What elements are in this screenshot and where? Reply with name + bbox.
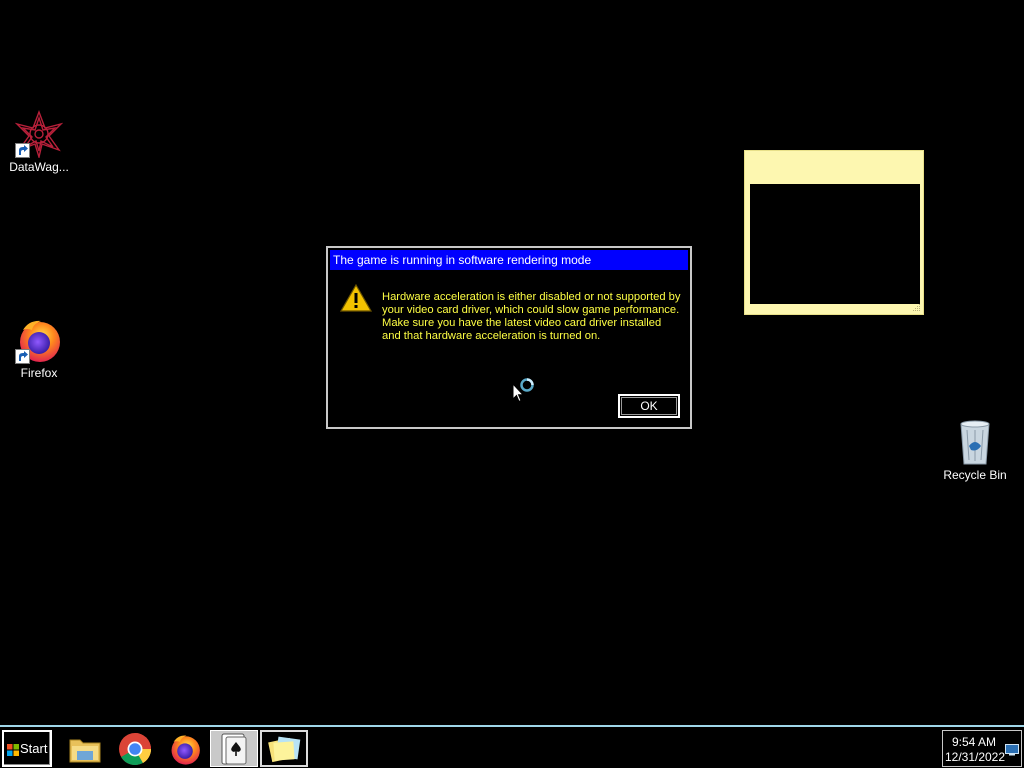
taskbar-firefox[interactable] — [161, 730, 209, 767]
shortcut-arrow-icon — [15, 349, 30, 364]
shortcut-arrow-icon — [15, 143, 30, 158]
desktop: DataWag... Firefox Recycle Bin The game … — [0, 0, 1024, 725]
system-clock[interactable]: 9:54 AM 12/31/2022 — [942, 730, 1022, 767]
desktop-icon-label: DataWag... — [9, 160, 69, 174]
recycle-bin-icon — [951, 418, 999, 466]
clock-time: 9:54 AM — [951, 735, 997, 749]
taskbar-sticky-notes[interactable] — [260, 730, 308, 767]
firefox-icon — [171, 734, 200, 765]
sticky-note[interactable] — [744, 150, 924, 315]
dialog-title[interactable]: The game is running in software renderin… — [330, 250, 688, 270]
desktop-icon-datawag[interactable]: DataWag... — [0, 110, 78, 174]
clock-date: 12/31/2022 — [944, 750, 1006, 764]
mouse-cursor-icon — [512, 383, 524, 403]
dialog-message: Hardware acceleration is either disabled… — [382, 291, 681, 342]
taskbar-solitaire[interactable] — [210, 730, 258, 767]
datawag-icon — [14, 110, 64, 160]
sticky-notes-icon — [268, 736, 301, 762]
warning-icon — [340, 284, 372, 312]
folder-icon — [69, 739, 101, 762]
desktop-icon-firefox[interactable]: Firefox — [0, 316, 78, 380]
taskbar-file-explorer[interactable] — [61, 730, 109, 767]
start-button[interactable]: Start — [2, 730, 52, 767]
card-icon — [221, 733, 247, 764]
desktop-icon-label: Recycle Bin — [943, 468, 1007, 482]
taskbar-chrome[interactable] — [111, 730, 159, 767]
software-rendering-dialog: The game is running in software renderin… — [326, 246, 692, 429]
firefox-icon — [15, 316, 63, 364]
windows-logo-icon — [7, 744, 19, 756]
show-desktop-icon[interactable] — [1005, 744, 1019, 756]
ok-button[interactable]: OK — [617, 393, 681, 419]
desktop-icon-label: Firefox — [20, 366, 58, 380]
sticky-note-body[interactable] — [750, 184, 920, 304]
taskbar: Start 9:54 AM 12/31/2022 — [0, 725, 1024, 768]
desktop-icon-recycle-bin[interactable]: Recycle Bin — [936, 418, 1014, 482]
start-label: Start — [20, 741, 48, 756]
resize-grip-icon[interactable] — [913, 304, 921, 312]
chrome-icon — [119, 732, 152, 765]
